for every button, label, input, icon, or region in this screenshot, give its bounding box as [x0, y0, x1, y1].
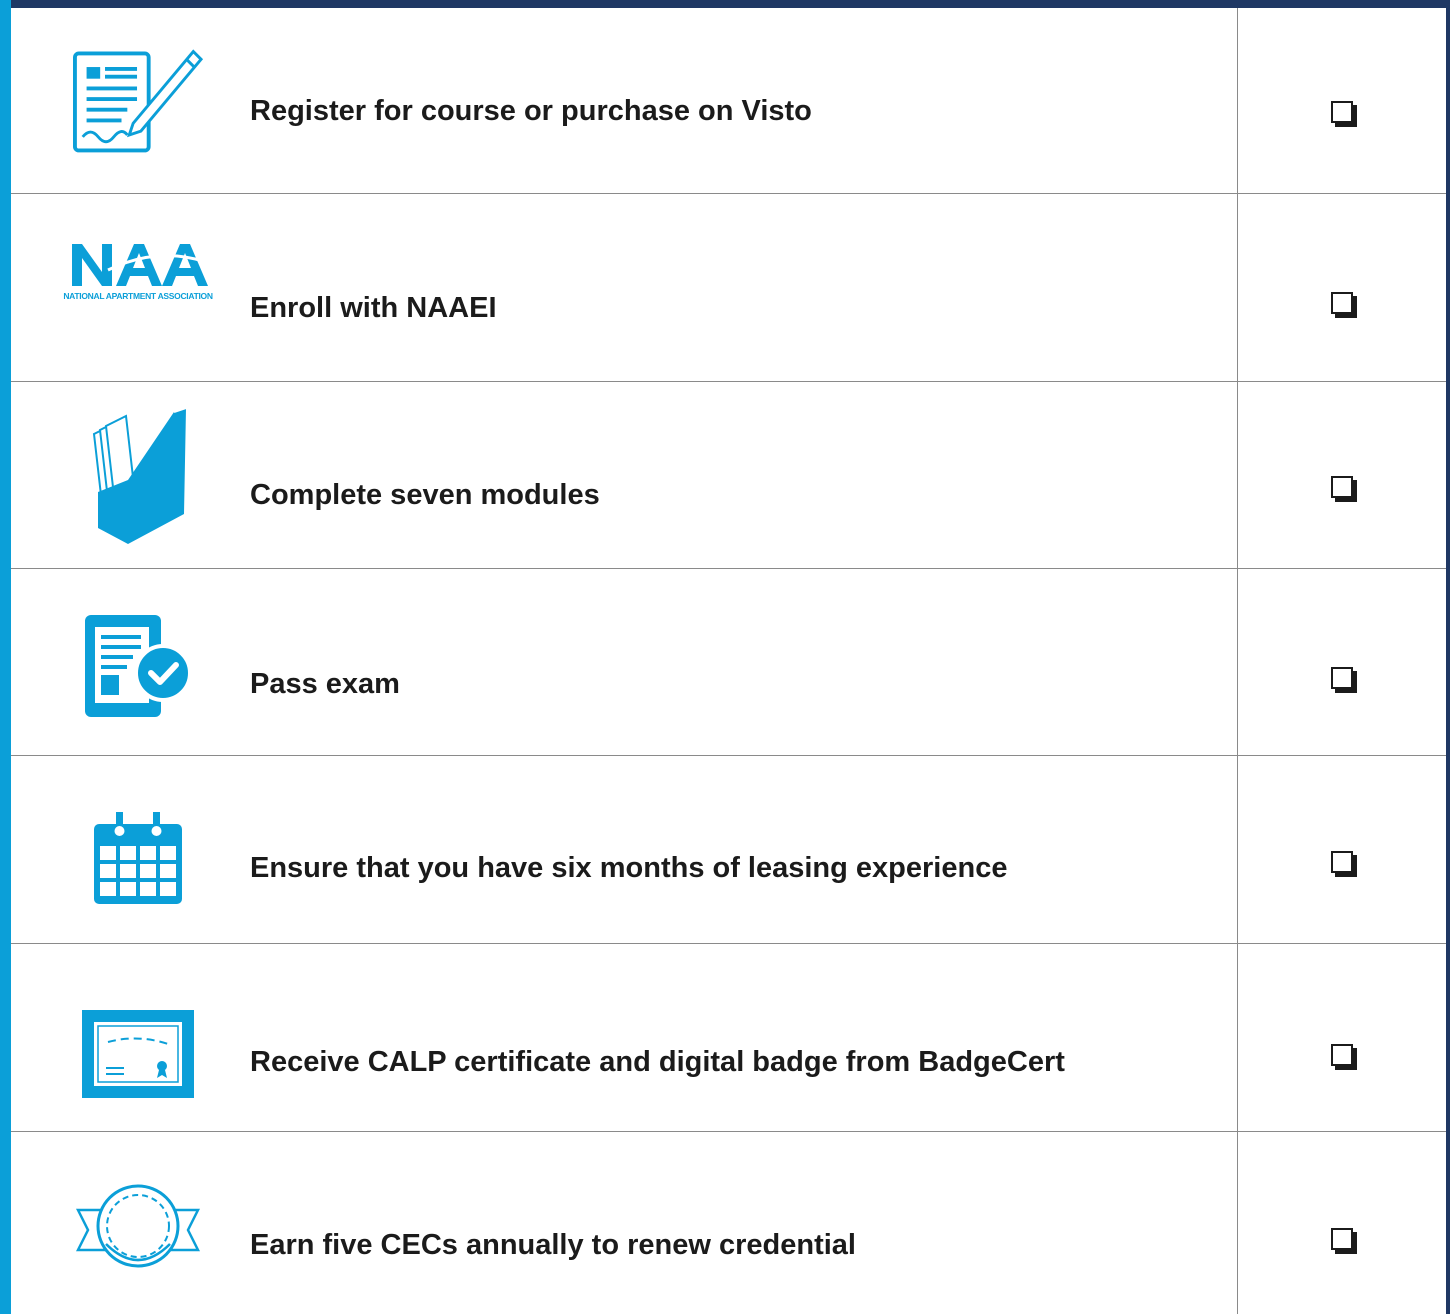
top-border: [0, 0, 1450, 8]
exam-check-icon: [73, 609, 203, 721]
checklist-row: NATIONAL APARTMENT ASSOCIATION Enroll wi…: [11, 194, 1446, 382]
step-checkbox[interactable]: [1331, 101, 1353, 123]
calendar-icon: [73, 808, 203, 908]
checklist-row: Earn five CECs annually to renew credent…: [11, 1132, 1446, 1314]
step-label: Register for course or purchase on Visto: [250, 95, 812, 127]
checklist-row: Pass exam: [11, 569, 1446, 756]
step-checkbox[interactable]: [1331, 851, 1353, 873]
step-checkbox[interactable]: [1331, 1044, 1353, 1066]
step-label: Complete seven modules: [250, 479, 600, 511]
magazine-file-icon: [73, 402, 203, 548]
checklist-row: Ensure that you have six months of leasi…: [11, 756, 1446, 944]
step-checkbox[interactable]: [1331, 292, 1353, 314]
naa-logo-subtitle: NATIONAL APARTMENT ASSOCIATION: [63, 290, 213, 301]
step-checkbox[interactable]: [1331, 667, 1353, 689]
step-label: Receive CALP certificate and digital bad…: [250, 1046, 1065, 1078]
step-label: Enroll with NAAEI: [250, 292, 497, 324]
checklist-row: Register for course or purchase on Visto: [11, 8, 1446, 194]
column-divider: [1237, 8, 1238, 1314]
checklist-row: Receive CALP certificate and digital bad…: [11, 944, 1446, 1132]
step-checkbox[interactable]: [1331, 476, 1353, 498]
step-label: Ensure that you have six months of leasi…: [250, 852, 1008, 884]
step-label: Earn five CECs annually to renew credent…: [250, 1229, 856, 1261]
right-border: [1446, 0, 1450, 1314]
step-checkbox[interactable]: [1331, 1228, 1353, 1250]
step-label: Pass exam: [250, 668, 400, 700]
certificate-icon: [73, 1006, 203, 1102]
left-accent-bar: [0, 0, 11, 1314]
checklist-row: Complete seven modules: [11, 382, 1446, 569]
medal-coin-icon: [73, 1176, 203, 1276]
document-pen-icon: [73, 38, 203, 163]
naa-logo: NATIONAL APARTMENT ASSOCIATION: [63, 232, 213, 308]
checklist-table: Register for course or purchase on Visto…: [11, 8, 1446, 1314]
